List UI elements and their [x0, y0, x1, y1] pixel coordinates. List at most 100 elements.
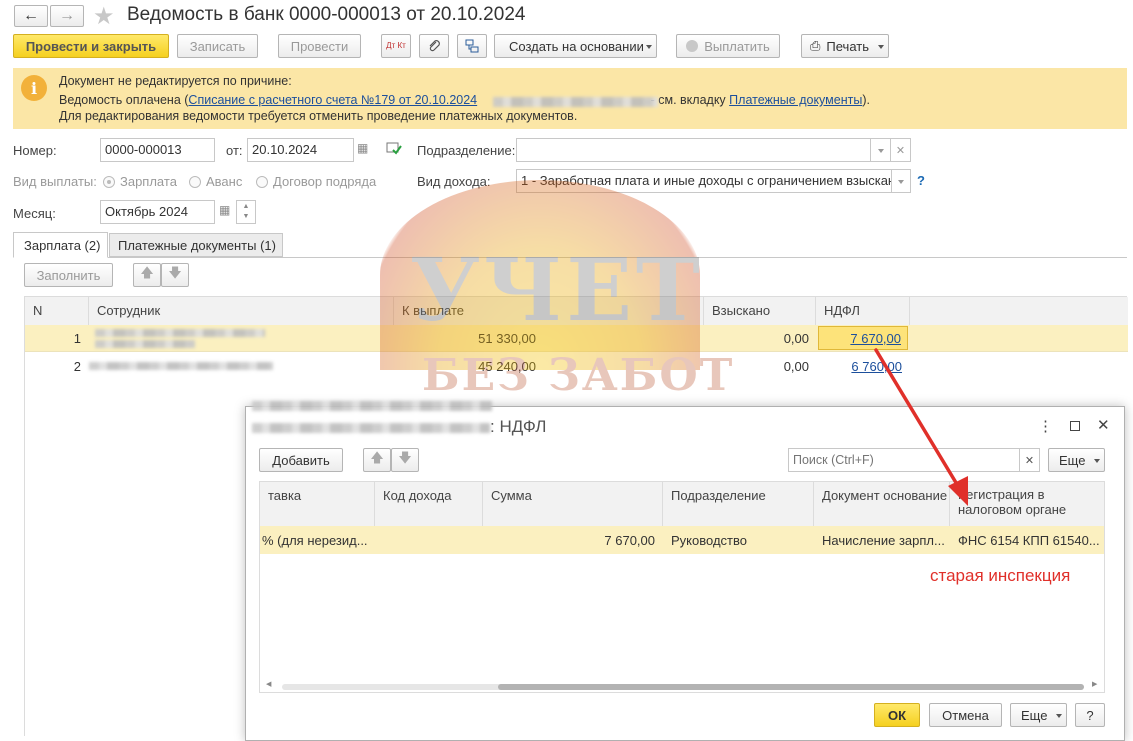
- notice-line-2-post: ).: [862, 93, 870, 107]
- dt-kt-button[interactable]: Дт Кт: [381, 34, 411, 58]
- stepper-up-icon[interactable]: ▲: [237, 202, 255, 212]
- help-link[interactable]: ?: [917, 173, 925, 188]
- table-row[interactable]: 2 45 240,00 0,00 6 760,00: [25, 352, 1128, 379]
- month-field[interactable]: Октябрь 2024: [100, 200, 215, 224]
- redacted-dialog-title: [252, 423, 490, 433]
- scroll-left-icon[interactable]: ◀: [266, 680, 271, 688]
- column-header-income-code[interactable]: Код дохода: [375, 482, 483, 526]
- print-button[interactable]: ⎙ Печать: [801, 34, 889, 58]
- month-stepper[interactable]: ▲ ▼: [236, 200, 256, 224]
- notice-line-3: Для редактирования ведомости требуется о…: [59, 109, 578, 123]
- stepper-down-icon[interactable]: ▼: [237, 212, 255, 222]
- clear-search-icon[interactable]: ✕: [1020, 448, 1040, 472]
- close-icon[interactable]: ✕: [1097, 416, 1110, 434]
- move-down-button[interactable]: 🡇: [391, 448, 419, 472]
- cell-n: 1: [73, 331, 81, 346]
- column-header-amount[interactable]: Сумма: [483, 482, 663, 526]
- cell-tax-registration: ФНС 6154 КПП 61540...: [958, 533, 1100, 548]
- payment-document-link[interactable]: Списание с расчетного счета №179 от 20.1…: [188, 93, 477, 107]
- cell-n: 2: [73, 359, 81, 374]
- table-row[interactable]: 1 51 330,00 0,00 7 670,00: [25, 325, 1128, 352]
- pay-button[interactable]: Выплатить: [676, 34, 780, 58]
- post-button[interactable]: Провести: [278, 34, 361, 58]
- tab-payment-documents[interactable]: Платежные документы (1): [109, 233, 283, 257]
- maximize-icon[interactable]: [1070, 421, 1080, 431]
- radio-selected-icon: [103, 176, 115, 188]
- chevron-down-icon: [878, 149, 884, 153]
- month-label: Месяц:: [13, 206, 56, 221]
- payout-option-advance[interactable]: Аванс: [189, 174, 242, 189]
- payment-documents-tab-link[interactable]: Платежные документы: [729, 93, 862, 107]
- column-header-ndfl[interactable]: НДФЛ: [816, 297, 910, 325]
- more-vertical-icon[interactable]: ⋮: [1038, 417, 1053, 435]
- redacted-text: [493, 97, 658, 107]
- cell-basis-document: Начисление зарпл...: [822, 533, 945, 548]
- column-header-tax-registration[interactable]: Регистрация в налоговом органе: [950, 482, 1104, 526]
- income-type-field[interactable]: 1 - Заработная плата и иные доходы с огр…: [516, 169, 892, 193]
- payout-option-salary-label: Зарплата: [120, 174, 177, 189]
- check-document-icon[interactable]: [386, 141, 402, 155]
- info-icon: i: [21, 75, 47, 101]
- save-button[interactable]: Записать: [177, 34, 258, 58]
- horizontal-scrollbar[interactable]: ◀ ▶: [260, 680, 1104, 692]
- column-header-empty: [910, 297, 1128, 325]
- column-header-to-pay[interactable]: К выплате: [394, 297, 704, 325]
- ndfl-dialog: : НДФЛ ⋮ ✕ Добавить 🡅 🡇 ✕ Еще тавка Код …: [245, 401, 1125, 741]
- ok-button[interactable]: ОК: [874, 703, 920, 727]
- column-header-n[interactable]: N: [25, 297, 89, 325]
- cell-collected: 0,00: [783, 359, 809, 374]
- clear-icon[interactable]: ✕: [891, 138, 911, 162]
- tab-salary[interactable]: Зарплата (2): [13, 232, 108, 258]
- column-header-rate[interactable]: тавка: [260, 482, 375, 526]
- date-field[interactable]: 20.10.2024: [247, 138, 354, 162]
- column-header-collected[interactable]: Взыскано: [704, 297, 816, 325]
- number-field[interactable]: 0000-000013: [100, 138, 215, 162]
- calendar-icon[interactable]: ▦: [357, 141, 368, 155]
- ndfl-link[interactable]: 6 760,00: [816, 359, 902, 374]
- column-header-division[interactable]: Подразделение: [663, 482, 814, 526]
- division-field[interactable]: [516, 138, 871, 162]
- favorite-star-icon[interactable]: ★: [93, 2, 115, 31]
- table-row[interactable]: % (для нерезид... 7 670,00 Руководство Н…: [260, 526, 1104, 554]
- cancel-button[interactable]: Отмена: [929, 703, 1002, 727]
- add-button[interactable]: Добавить: [259, 448, 343, 472]
- scrollbar-track[interactable]: [282, 684, 1084, 690]
- forward-button[interactable]: →: [50, 5, 84, 27]
- radio-icon: [256, 176, 268, 188]
- footer-more-button[interactable]: Еще: [1010, 703, 1067, 727]
- calendar-icon[interactable]: ▦: [219, 203, 230, 217]
- move-down-button[interactable]: 🡇: [161, 263, 189, 287]
- arrow-down-icon: 🡇: [168, 265, 182, 280]
- paperclip-icon: [429, 40, 440, 52]
- cell-ndfl-selected[interactable]: 7 670,00: [818, 326, 908, 350]
- column-header-basis-document[interactable]: Документ основание: [814, 482, 950, 526]
- create-based-on-button[interactable]: Создать на основании: [494, 34, 657, 58]
- more-button[interactable]: Еще: [1048, 448, 1105, 472]
- post-and-close-button[interactable]: Провести и закрыть: [13, 34, 169, 58]
- scrollbar-thumb[interactable]: [498, 684, 1084, 690]
- structure-button[interactable]: [457, 34, 487, 58]
- payout-option-advance-label: Аванс: [206, 174, 243, 189]
- move-up-button[interactable]: 🡅: [133, 263, 161, 287]
- fill-button[interactable]: Заполнить: [24, 263, 113, 287]
- scroll-right-icon[interactable]: ▶: [1092, 680, 1097, 688]
- payout-option-salary[interactable]: Зарплата: [103, 174, 177, 189]
- payout-option-contract[interactable]: Договор подряда: [256, 174, 376, 189]
- division-dropdown-button[interactable]: [871, 138, 891, 162]
- column-header-employee[interactable]: Сотрудник: [89, 297, 394, 325]
- annotation-label: старая инспекция: [930, 566, 1071, 585]
- ndfl-table: тавка Код дохода Сумма Подразделение Док…: [259, 481, 1105, 693]
- income-type-dropdown-button[interactable]: [891, 169, 911, 193]
- chevron-down-icon: [878, 45, 884, 49]
- payout-type-label: Вид выплаты:: [13, 174, 97, 189]
- attach-button[interactable]: [419, 34, 449, 58]
- date-label: от:: [226, 143, 243, 158]
- help-button[interactable]: ?: [1075, 703, 1105, 727]
- search-input[interactable]: [788, 448, 1020, 472]
- dialog-title: : НДФЛ: [490, 417, 547, 436]
- cell-division: Руководство: [671, 533, 747, 548]
- back-button[interactable]: ←: [14, 5, 48, 27]
- ndfl-link[interactable]: 7 670,00: [850, 331, 901, 346]
- cell-collected: 0,00: [783, 331, 809, 346]
- move-up-button[interactable]: 🡅: [363, 448, 391, 472]
